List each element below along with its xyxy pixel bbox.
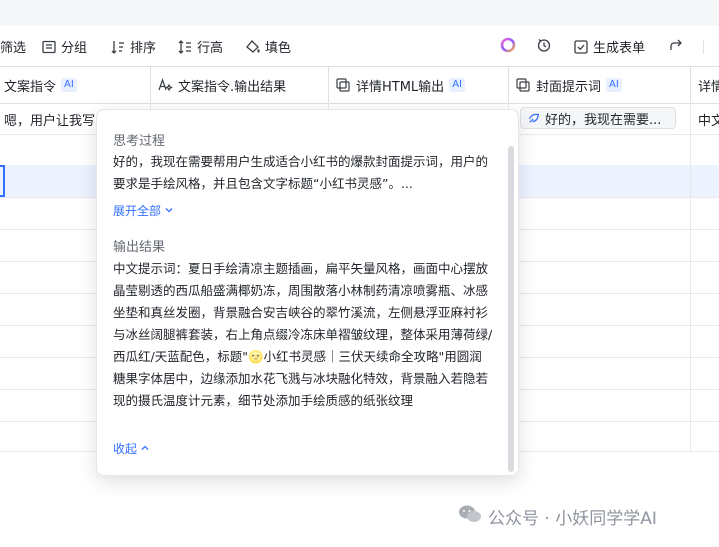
fill-label: 填色	[265, 41, 292, 56]
toolbar: 筛选 分组 排序 行高 填色 生成表单	[0, 26, 719, 66]
wechat-icon	[458, 504, 482, 529]
row-height-button[interactable]: 行高	[177, 37, 223, 56]
column-header-copy-instruction[interactable]: 文案指令 AI	[4, 67, 77, 103]
row-height-label: 行高	[197, 41, 224, 56]
thinking-icon	[527, 111, 541, 125]
column-divider[interactable]	[508, 67, 509, 103]
filter-button[interactable]: 筛选	[0, 37, 26, 56]
table-header: 文案指令 AI 文案指令.输出结果 详情HTML输出 AI 封面提示词 AI 详…	[0, 66, 719, 104]
ai-badge: AI	[61, 78, 77, 92]
column-divider[interactable]	[690, 67, 691, 103]
cell-cover-prompt-chip[interactable]: 好的，我现在需要...	[520, 107, 676, 129]
watermark: 公众号 · 小妖同学学AI	[458, 504, 657, 529]
ai-badge: AI	[449, 78, 465, 92]
column-divider[interactable]	[328, 67, 329, 103]
sort-icon	[110, 39, 126, 55]
row-height-icon	[177, 39, 193, 55]
sort-label: 排序	[130, 41, 157, 56]
thinking-title: 思考过程	[113, 134, 166, 149]
column-header-details[interactable]: 详情	[698, 67, 719, 103]
ai-assistant-button[interactable]	[500, 37, 516, 53]
chevron-down-icon	[164, 204, 174, 218]
history-button[interactable]	[536, 37, 552, 53]
paint-bucket-icon	[245, 39, 261, 55]
filter-label: 筛选	[0, 41, 27, 56]
history-icon	[536, 37, 552, 53]
chip-text: 好的，我现在需要...	[545, 112, 662, 128]
ai-badge: AI	[606, 78, 622, 92]
ai-text-icon	[157, 77, 173, 93]
group-button[interactable]: 分组	[41, 37, 87, 56]
top-strip	[0, 0, 719, 26]
ai-result-popover: 思考过程 好的，我现在需要帮用户生成适合小红书的爆款封面提示词，用户的要求是手绘…	[96, 109, 519, 476]
group-icon	[41, 39, 57, 55]
column-header-cover-prompt[interactable]: 封面提示词 AI	[515, 67, 622, 103]
column-header-html-output[interactable]: 详情HTML输出 AI	[335, 67, 465, 103]
cell-copy-instruction[interactable]: 嗯，用户让我写	[4, 110, 95, 129]
sort-button[interactable]: 排序	[110, 37, 156, 56]
fill-color-button[interactable]: 填色	[245, 37, 291, 56]
toolbar-divider	[703, 40, 704, 54]
watermark-text: 公众号 · 小妖同学学AI	[488, 509, 657, 529]
copy-field-icon	[335, 77, 351, 93]
column-divider[interactable]	[150, 67, 151, 103]
column-header-copy-output[interactable]: 文案指令.输出结果	[157, 67, 286, 103]
chevron-up-icon	[140, 442, 150, 456]
thinking-text: 好的，我现在需要帮用户生成适合小红书的爆款封面提示词，用户的要求是手绘风格，并且…	[113, 154, 489, 191]
expand-all-link[interactable]: 展开全部	[113, 202, 174, 219]
generate-form-label: 生成表单	[593, 41, 646, 56]
ai-assistant-icon	[500, 37, 516, 53]
generate-form-button[interactable]: 生成表单	[573, 37, 645, 56]
form-check-icon	[573, 39, 589, 55]
share-button[interactable]	[668, 37, 684, 53]
column-label: 详情HTML输出	[356, 79, 445, 95]
column-label: 详情	[698, 79, 719, 95]
column-grid-line	[690, 102, 691, 452]
copy-field-icon	[515, 77, 531, 93]
collapse-link[interactable]: 收起	[113, 440, 150, 457]
collapse-label: 收起	[113, 442, 138, 456]
group-label: 分组	[61, 41, 88, 56]
expand-label: 展开全部	[113, 204, 162, 218]
share-arrow-icon	[668, 37, 684, 53]
column-label: 文案指令.输出结果	[178, 79, 287, 95]
output-title: 输出结果	[113, 240, 166, 255]
popover-scrollbar[interactable]	[508, 146, 514, 472]
output-text: 中文提示词：夏日手绘清凉主题插画，扁平矢量风格，画面中心摆放晶莹剔透的西瓜船盛满…	[113, 261, 493, 408]
column-label: 封面提示词	[536, 79, 602, 95]
column-label: 文案指令	[4, 79, 57, 95]
cell-details[interactable]: 中文	[698, 110, 719, 129]
active-cell-indicator	[0, 165, 5, 197]
